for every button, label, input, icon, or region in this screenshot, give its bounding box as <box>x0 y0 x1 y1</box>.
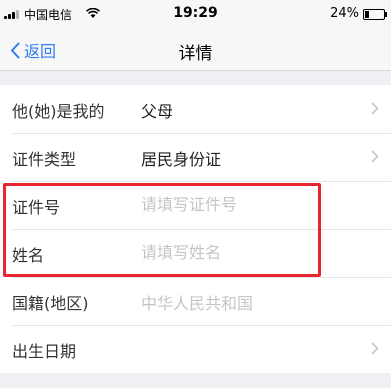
battery-level <box>365 11 369 18</box>
status-bar: 中国电信 19:29 24% <box>0 0 391 30</box>
chevron-right-icon <box>371 150 379 163</box>
navigation-bar: 返回 详情 <box>0 30 391 71</box>
nationality-value: 中华人民共和国 <box>141 294 254 313</box>
id-number-label: 证件号 <box>12 198 61 217</box>
battery-percent: 24% <box>330 6 359 21</box>
page-title: 详情 <box>178 44 213 64</box>
birth-date-label: 出生日期 <box>12 342 77 361</box>
name-label: 姓名 <box>12 246 45 265</box>
chevron-right-icon <box>371 102 379 115</box>
chevron-right-icon <box>371 342 379 355</box>
id-number-row: 证件号 <box>0 181 391 229</box>
name-input[interactable] <box>141 240 341 264</box>
id-type-label: 证件类型 <box>12 150 77 169</box>
birth-date-row[interactable]: 出生日期 <box>0 325 391 373</box>
name-row: 姓名 <box>0 229 391 277</box>
id-type-row[interactable]: 证件类型 居民身份证 <box>0 133 391 181</box>
relationship-label: 他(她)是我的 <box>12 102 105 121</box>
battery-icon <box>363 9 387 20</box>
relationship-row[interactable]: 他(她)是我的 父母 <box>0 85 391 133</box>
id-number-input[interactable] <box>141 192 341 216</box>
id-type-value: 居民身份证 <box>141 150 222 169</box>
relationship-value: 父母 <box>141 102 174 121</box>
nationality-label: 国籍(地区) <box>12 294 89 313</box>
detail-form: 他(她)是我的 父母 证件类型 居民身份证 证件号 姓名 国籍(地区) 中华人民… <box>0 85 391 373</box>
nationality-row: 国籍(地区) 中华人民共和国 <box>0 277 391 325</box>
